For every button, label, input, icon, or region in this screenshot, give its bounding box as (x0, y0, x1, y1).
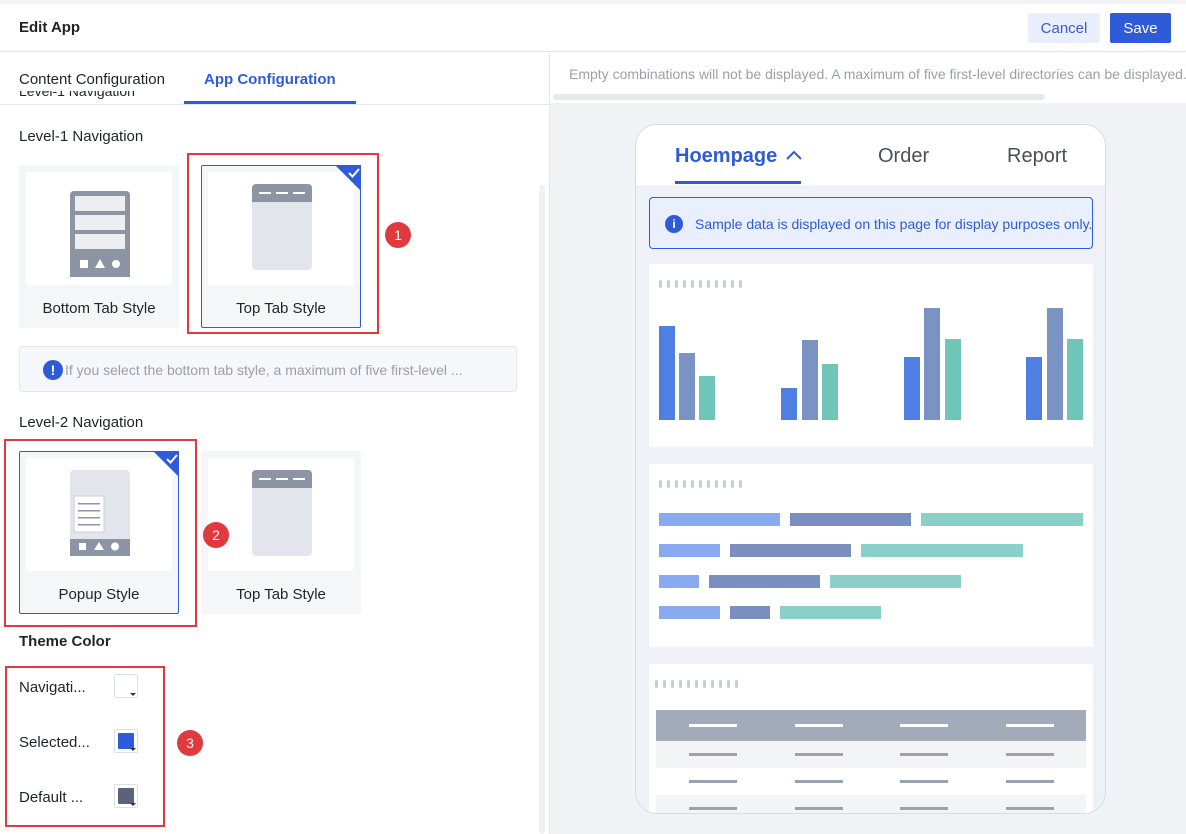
level1-navigation-title: Level-1 Navigation (19, 128, 144, 145)
placeholder-horizontal-bars (659, 513, 1083, 619)
theme-color-title: Theme Color (19, 633, 111, 650)
edit-app-window: Edit App Cancel Save Content Configurati… (0, 0, 1186, 834)
placeholder-table (656, 710, 1086, 813)
bottom-tab-thumbnail (26, 172, 172, 285)
preview-tab-order[interactable]: Order (878, 145, 929, 168)
horizontal-scrollbar[interactable] (553, 94, 1045, 100)
preview-notice-bar: Empty combinations will not be displayed… (550, 53, 1186, 103)
top-tab-thumbnail (208, 458, 354, 571)
card-label: Bottom Tab Style (42, 300, 156, 317)
info-icon: i (665, 215, 683, 233)
highlight-box-1 (187, 153, 379, 334)
info-icon: ! (43, 360, 63, 380)
cancel-button[interactable]: Cancel (1028, 13, 1100, 43)
tab-app-configuration[interactable]: App Configuration (204, 71, 336, 88)
phone-tab-bar: Hoempage Order Report (636, 125, 1105, 185)
step-marker-3: 3 (177, 730, 203, 756)
preview-notice-text: Empty combinations will not be displayed… (569, 66, 1186, 82)
active-tab-indicator (184, 101, 356, 104)
save-button[interactable]: Save (1110, 13, 1171, 43)
level1-option-bottom-tab[interactable]: Bottom Tab Style (19, 165, 179, 328)
sample-data-text: Sample data is displayed on this page fo… (695, 216, 1093, 232)
highlight-box-3 (5, 666, 165, 827)
preview-panel: Empty combinations will not be displayed… (550, 53, 1186, 834)
highlight-box-2 (4, 439, 197, 627)
level1-info-text: If you select the bottom tab style, a ma… (65, 362, 463, 378)
preview-bar-chart-card (649, 264, 1093, 447)
panel-scrollbar[interactable] (539, 185, 545, 834)
page-header: Edit App Cancel Save (0, 4, 1186, 52)
preview-active-tab-indicator (675, 181, 801, 184)
chevron-up-icon (786, 150, 802, 160)
step-marker-2: 2 (203, 522, 229, 548)
preview-table-card (649, 664, 1093, 813)
phone-preview: Hoempage Order Report i Sample data is d… (635, 124, 1106, 814)
placeholder-bar-chart (659, 308, 1083, 420)
preview-tab-report[interactable]: Report (1007, 145, 1067, 168)
card-label: Top Tab Style (236, 586, 326, 603)
scrolled-section-heading: Level-1 Navigation (19, 91, 135, 99)
level1-info-note: ! If you select the bottom tab style, a … (19, 346, 517, 392)
preview-hbar-card (649, 464, 1093, 647)
tab-content-configuration[interactable]: Content Configuration (19, 71, 165, 88)
level2-navigation-title: Level-2 Navigation (19, 414, 144, 431)
page-title: Edit App (19, 19, 81, 36)
sample-data-notice: i Sample data is displayed on this page … (649, 197, 1093, 249)
step-marker-1: 1 (385, 222, 411, 248)
config-panel: Content Configuration App Configuration … (0, 53, 549, 834)
preview-tab-homepage[interactable]: Hoempage (675, 145, 802, 168)
